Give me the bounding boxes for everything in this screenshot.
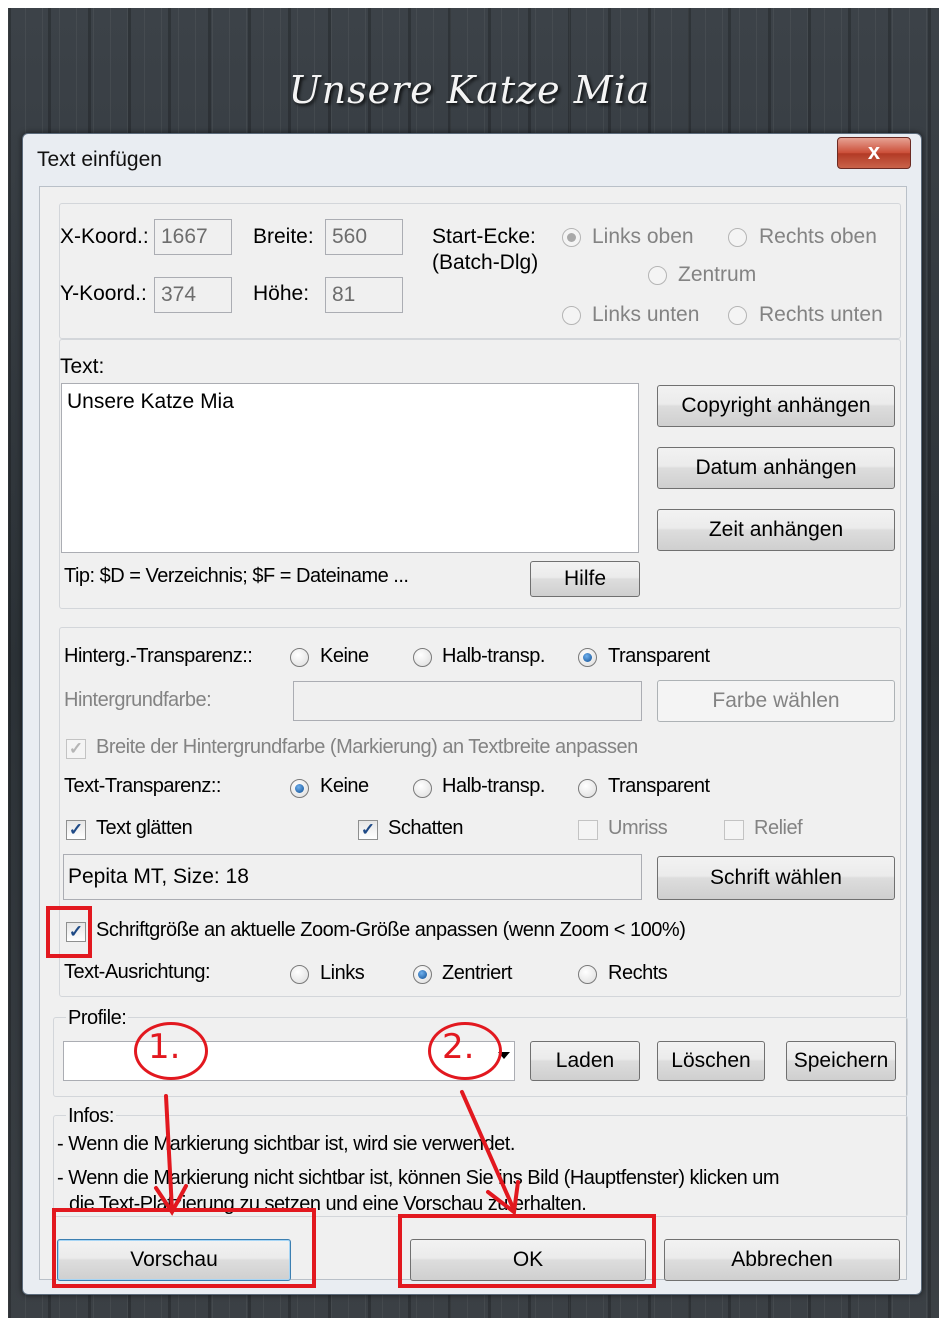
- outline-checkbox[interactable]: [578, 820, 598, 840]
- cancel-button[interactable]: Abbrechen: [664, 1239, 900, 1281]
- bg-color-field[interactable]: [293, 681, 642, 721]
- alignment-label: Text-Ausrichtung:: [64, 961, 211, 983]
- photo-overlay-title: Unsere Katze Mia: [288, 68, 651, 112]
- relief-checkbox[interactable]: [724, 820, 744, 840]
- bg-transparency-transparent-radio[interactable]: [578, 648, 597, 667]
- preview-button-highlight: [52, 1208, 316, 1288]
- align-right-radio[interactable]: [578, 965, 597, 984]
- align-left-label: Links: [320, 962, 365, 984]
- text-transparency-transparent-label: Transparent: [608, 775, 710, 797]
- zoom-checkbox-highlight: [46, 906, 92, 958]
- align-left-radio[interactable]: [290, 965, 309, 984]
- height-field[interactable]: 81: [325, 277, 403, 313]
- infos-line-1: - Wenn die Markierung sichtbar ist, wird…: [57, 1133, 515, 1155]
- step-1-label: 1.: [148, 1027, 181, 1067]
- text-label: Text:: [60, 355, 105, 378]
- choose-font-button[interactable]: Schrift wählen: [657, 856, 895, 900]
- dialog-content: X-Koord.: 1667 Y-Koord.: 374 Breite: 560…: [39, 186, 908, 1281]
- dialog-title: Text einfügen: [37, 148, 162, 171]
- smooth-text-label: Text glätten: [96, 817, 193, 839]
- bg-transparency-label: Hinterg.-Transparenz::: [64, 645, 253, 667]
- bg-color-label: Hintergrundfarbe:: [64, 689, 212, 711]
- bg-transparency-half-radio[interactable]: [413, 648, 432, 667]
- choose-color-button[interactable]: Farbe wählen: [657, 680, 895, 722]
- bg-transparency-none-radio[interactable]: [290, 648, 309, 667]
- shadow-checkbox[interactable]: ✓: [358, 820, 378, 840]
- corner-bottom-right-label: Rechts unten: [759, 303, 883, 326]
- font-display: Pepita MT, Size: 18: [63, 854, 642, 900]
- align-center-radio[interactable]: [413, 965, 432, 984]
- start-corner-label: Start-Ecke:: [432, 225, 536, 248]
- corner-center-radio[interactable]: [648, 266, 667, 285]
- text-insert-dialog: Text einfügen x X-Koord.: 1667 Y-Koord.:…: [22, 133, 922, 1295]
- text-transparency-none-label: Keine: [320, 775, 369, 797]
- bg-transparency-half-label: Halb-transp.: [442, 645, 545, 667]
- corner-top-right-radio[interactable]: [728, 228, 747, 247]
- smooth-text-checkbox[interactable]: ✓: [66, 820, 86, 840]
- align-center-label: Zentriert: [442, 962, 512, 984]
- step-2-label: 2.: [442, 1027, 475, 1067]
- fit-width-checkbox[interactable]: ✓: [66, 739, 86, 759]
- y-coord-label: Y-Koord.:: [60, 282, 147, 305]
- corner-center-label: Zentrum: [678, 263, 757, 286]
- text-transparency-none-radio[interactable]: [290, 779, 309, 798]
- load-profile-button[interactable]: Laden: [530, 1041, 640, 1081]
- shadow-label: Schatten: [388, 817, 463, 839]
- width-label: Breite:: [253, 225, 314, 248]
- time-append-button[interactable]: Zeit anhängen: [657, 509, 895, 551]
- copyright-append-button[interactable]: Copyright anhängen: [657, 385, 895, 427]
- height-label: Höhe:: [253, 282, 310, 305]
- corner-bottom-left-label: Links unten: [592, 303, 700, 326]
- close-button[interactable]: x: [837, 137, 911, 169]
- x-coord-label: X-Koord.:: [60, 225, 149, 248]
- ok-button-highlight: [398, 1214, 656, 1288]
- zoom-fit-label: Schriftgröße an aktuelle Zoom-Größe anpa…: [96, 919, 686, 941]
- fit-width-label: Breite der Hintergrundfarbe (Markierung)…: [96, 736, 638, 758]
- relief-label: Relief: [754, 817, 803, 839]
- corner-top-right-label: Rechts oben: [759, 225, 877, 248]
- text-transparency-transparent-radio[interactable]: [578, 779, 597, 798]
- corner-bottom-right-radio[interactable]: [728, 306, 747, 325]
- bg-transparency-none-label: Keine: [320, 645, 369, 667]
- start-corner-batch-label: (Batch-Dlg): [432, 251, 539, 274]
- width-field[interactable]: 560: [325, 219, 403, 255]
- tip-text: Tip: $D = Verzeichnis; $F = Dateiname ..…: [64, 565, 409, 587]
- infos-line-2: - Wenn die Markierung nicht sichtbar ist…: [57, 1167, 780, 1189]
- date-append-button[interactable]: Datum anhängen: [657, 447, 895, 489]
- corner-top-left-label: Links oben: [592, 225, 694, 248]
- text-transparency-half-radio[interactable]: [413, 779, 432, 798]
- text-transparency-label: Text-Transparenz::: [64, 775, 222, 797]
- text-input[interactable]: Unsere Katze Mia: [61, 383, 639, 553]
- corner-bottom-left-radio[interactable]: [562, 306, 581, 325]
- infos-label: Infos:: [66, 1105, 116, 1128]
- dialog-titlebar[interactable]: Text einfügen x: [23, 134, 921, 186]
- corner-top-left-radio[interactable]: [562, 228, 581, 247]
- align-right-label: Rechts: [608, 962, 668, 984]
- bg-transparency-transparent-label: Transparent: [608, 645, 710, 667]
- save-profile-button[interactable]: Speichern: [786, 1041, 896, 1081]
- x-coord-field[interactable]: 1667: [154, 219, 232, 255]
- outline-label: Umriss: [608, 817, 668, 839]
- help-button[interactable]: Hilfe: [530, 561, 640, 597]
- profiles-label: Profile:: [66, 1007, 129, 1030]
- delete-profile-button[interactable]: Löschen: [657, 1041, 765, 1081]
- text-transparency-half-label: Halb-transp.: [442, 775, 545, 797]
- y-coord-field[interactable]: 374: [154, 277, 232, 313]
